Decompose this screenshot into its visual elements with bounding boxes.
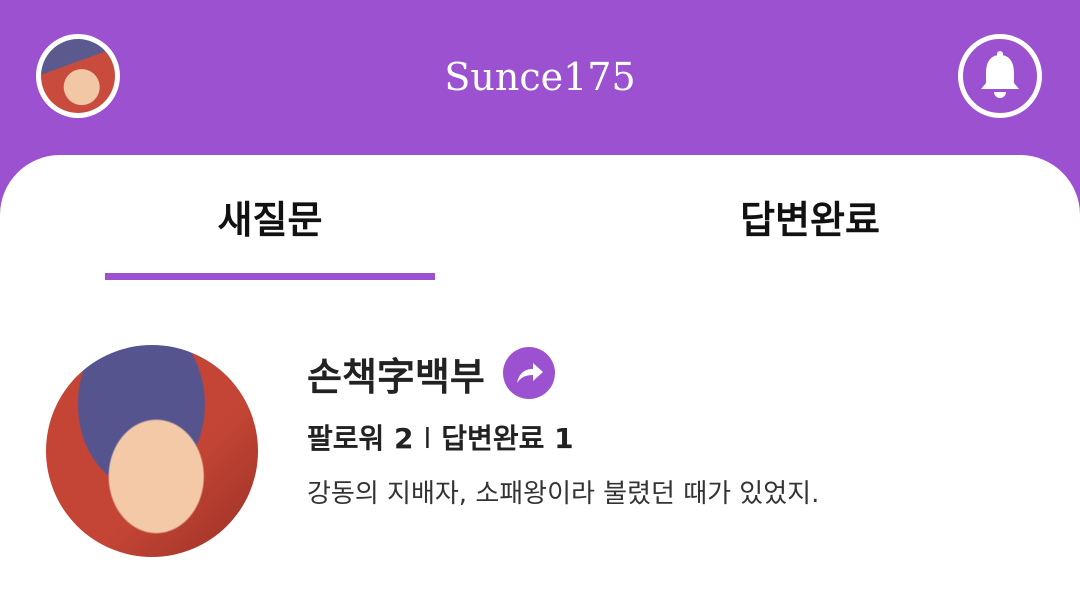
notification-button[interactable] xyxy=(958,34,1042,118)
share-button[interactable] xyxy=(502,347,555,399)
content-panel: 새질문 답변완료 손책字백부 팔로워 2 l 답변완료 1 강동의 지배자, 소패왕… xyxy=(0,155,1080,595)
profile-name: 손책字백부 xyxy=(307,354,485,399)
followers-count: 2 xyxy=(394,422,414,455)
bell-icon xyxy=(981,51,1019,98)
profile-stats: 팔로워 2 l 답변완료 1 xyxy=(307,417,574,457)
app-header: Sunce175 xyxy=(0,0,1080,160)
active-tab-indicator xyxy=(105,273,435,280)
answered-count: 1 xyxy=(554,422,574,455)
profile-name-row: 손책字백부 xyxy=(307,345,555,401)
tab-answered[interactable]: 답변완료 xyxy=(670,185,950,255)
page-title: Sunce175 xyxy=(444,55,636,99)
followers-label: 팔로워 xyxy=(307,422,385,455)
stats-separator: l xyxy=(423,422,432,455)
profile-bio: 강동의 지배자, 소패왕이라 불렸던 때가 있었지. xyxy=(307,479,820,509)
share-arrow-icon xyxy=(516,363,543,383)
tab-new-questions[interactable]: 새질문 xyxy=(105,185,435,255)
profile-avatar[interactable] xyxy=(46,345,258,557)
answered-label: 답변완료 xyxy=(441,422,545,455)
